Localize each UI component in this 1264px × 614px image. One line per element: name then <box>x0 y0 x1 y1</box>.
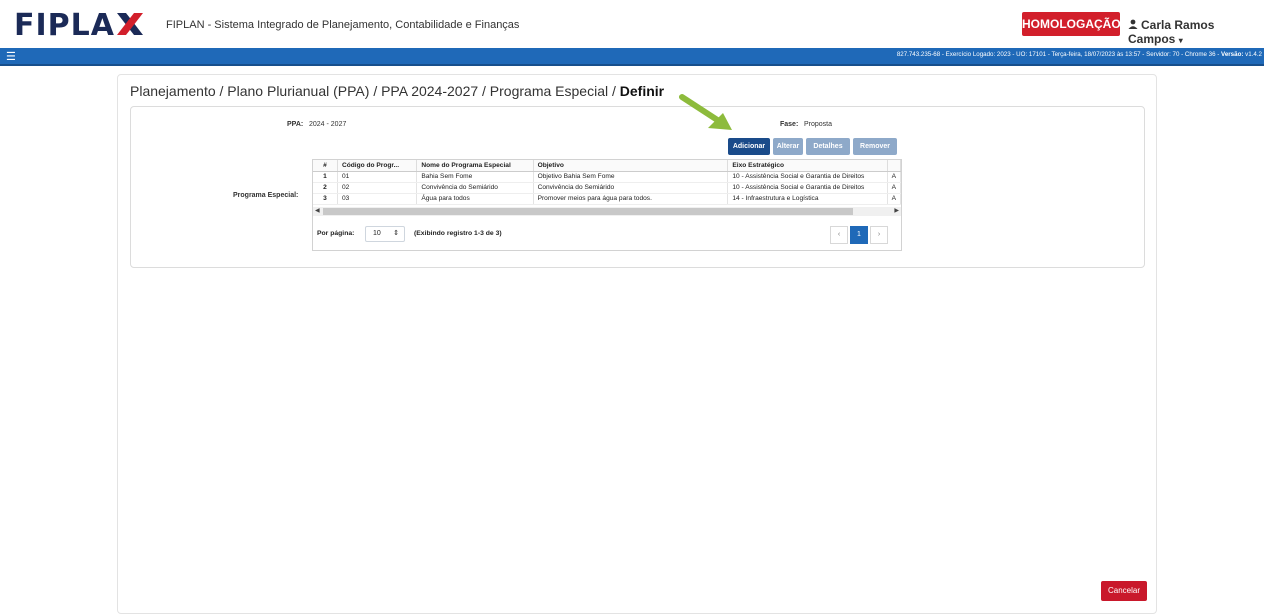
row-axis: 10 - Assistência Social e Garantia de Di… <box>727 182 888 194</box>
row-extra: A <box>887 171 902 183</box>
hamburger-menu-icon[interactable]: ☰ <box>6 50 16 63</box>
horizontal-scrollbar[interactable]: ◀ ▶ <box>313 207 901 216</box>
main-panel: Planejamento / Plano Plurianual (PPA) / … <box>117 74 1157 614</box>
row-name: Água para todos <box>416 193 534 205</box>
app-title: FIPLAN - Sistema Integrado de Planejamen… <box>166 19 520 31</box>
logo-text: FIPLA <box>14 8 115 43</box>
fase-label: Fase: <box>780 121 799 128</box>
row-axis: 14 - Infraestrutura e Logística <box>727 193 888 205</box>
row-code: 03 <box>337 193 418 205</box>
column-header-extra[interactable] <box>887 160 902 172</box>
green-pointer-arrow-icon <box>679 94 732 130</box>
row-objective: Promover meios para água para todos. <box>533 193 729 205</box>
fiplan-logo[interactable]: FIPLA <box>14 8 143 43</box>
next-page-button[interactable]: › <box>870 226 888 244</box>
pagination-bar: Por página: 10 ⇕ (Exibindo registro 1-3 … <box>313 218 901 250</box>
row-number: 1 <box>313 171 338 183</box>
records-count: (Exibindo registro 1-3 de 3) <box>414 230 502 237</box>
select-arrows-icon: ⇕ <box>393 230 399 237</box>
per-page-select[interactable]: 10 ⇕ <box>365 226 405 242</box>
ppa-label: PPA: <box>287 121 304 128</box>
programa-especial-grid: # Código do Progr... Nome do Programa Es… <box>312 159 902 251</box>
page-1-button[interactable]: 1 <box>850 226 868 244</box>
row-number: 2 <box>313 182 338 194</box>
row-extra: A <box>887 193 902 205</box>
scrollbar-thumb[interactable] <box>323 208 853 215</box>
table-row[interactable]: 1 01 Bahia Sem Fome Objetivo Bahia Sem F… <box>313 171 902 183</box>
grid-table: # Código do Progr... Nome do Programa Es… <box>313 160 902 205</box>
row-name: Convivência do Semiárido <box>416 182 534 194</box>
column-header-code[interactable]: Código do Progr... <box>337 160 418 172</box>
status-bar: ☰ 827.743.235-68 - Exercício Logado: 202… <box>0 48 1264 66</box>
fase-value: Proposta <box>804 121 833 128</box>
per-page-label: Por página: <box>317 230 355 237</box>
form-box: PPA: 2024 - 2027 Fase: Proposta Adiciona… <box>130 106 1145 268</box>
per-page-value: 10 <box>373 230 381 237</box>
scroll-left-icon[interactable]: ◀ <box>315 207 320 214</box>
caret-down-icon: ▾ <box>1178 36 1183 45</box>
logo-x-mark <box>116 13 143 35</box>
column-header-number[interactable]: # <box>313 160 338 172</box>
breadcrumb-path: Planejamento / Plano Plurianual (PPA) / … <box>130 83 620 99</box>
environment-badge: HOMOLOGAÇÃO <box>1022 12 1121 36</box>
row-objective: Convivência do Semiárido <box>533 182 729 194</box>
ppa-value: 2024 - 2027 <box>309 121 347 128</box>
top-header: FIPLA FIPLAN - Sistema Integrado de Plan… <box>0 0 1264 48</box>
scroll-right-icon[interactable]: ▶ <box>894 207 899 214</box>
row-name: Bahia Sem Fome <box>416 171 534 183</box>
user-name: Carla Ramos Campos <box>1128 18 1215 46</box>
column-header-objective[interactable]: Objetivo <box>533 160 729 172</box>
row-extra: A <box>887 182 902 194</box>
user-menu[interactable]: Carla Ramos Campos ▾ <box>1128 18 1264 46</box>
version-value: v1.4.2 <box>1245 51 1262 58</box>
breadcrumb: Planejamento / Plano Plurianual (PPA) / … <box>130 83 664 99</box>
session-info: 827.743.235-68 - Exercício Logado: 2023 … <box>897 51 1262 58</box>
row-code: 01 <box>337 171 418 183</box>
breadcrumb-current: Definir <box>619 83 665 99</box>
version-label: Versão: <box>1221 51 1244 58</box>
user-icon <box>1128 18 1138 32</box>
add-button[interactable]: Adicionar <box>728 138 770 155</box>
table-row[interactable]: 3 03 Água para todos Promover meios para… <box>313 193 902 205</box>
row-code: 02 <box>337 182 418 194</box>
grid-header-row: # Código do Progr... Nome do Programa Es… <box>313 160 902 172</box>
table-row[interactable]: 2 02 Convivência do Semiárido Convivênci… <box>313 182 902 194</box>
prev-page-button[interactable]: ‹ <box>830 226 848 244</box>
remove-button[interactable]: Remover <box>853 138 897 155</box>
edit-button[interactable]: Alterar <box>773 138 803 155</box>
session-info-text: 827.743.235-68 - Exercício Logado: 2023 … <box>896 51 1222 58</box>
row-number: 3 <box>313 193 338 205</box>
details-button[interactable]: Detalhes <box>806 138 850 155</box>
programa-especial-label: Programa Especial: <box>233 192 299 199</box>
row-objective: Objetivo Bahia Sem Fome <box>533 171 729 183</box>
column-header-name[interactable]: Nome do Programa Especial <box>416 160 534 172</box>
row-axis: 10 - Assistência Social e Garantia de Di… <box>727 171 888 183</box>
column-header-axis[interactable]: Eixo Estratégico <box>727 160 888 172</box>
cancel-button[interactable]: Cancelar <box>1101 581 1147 601</box>
